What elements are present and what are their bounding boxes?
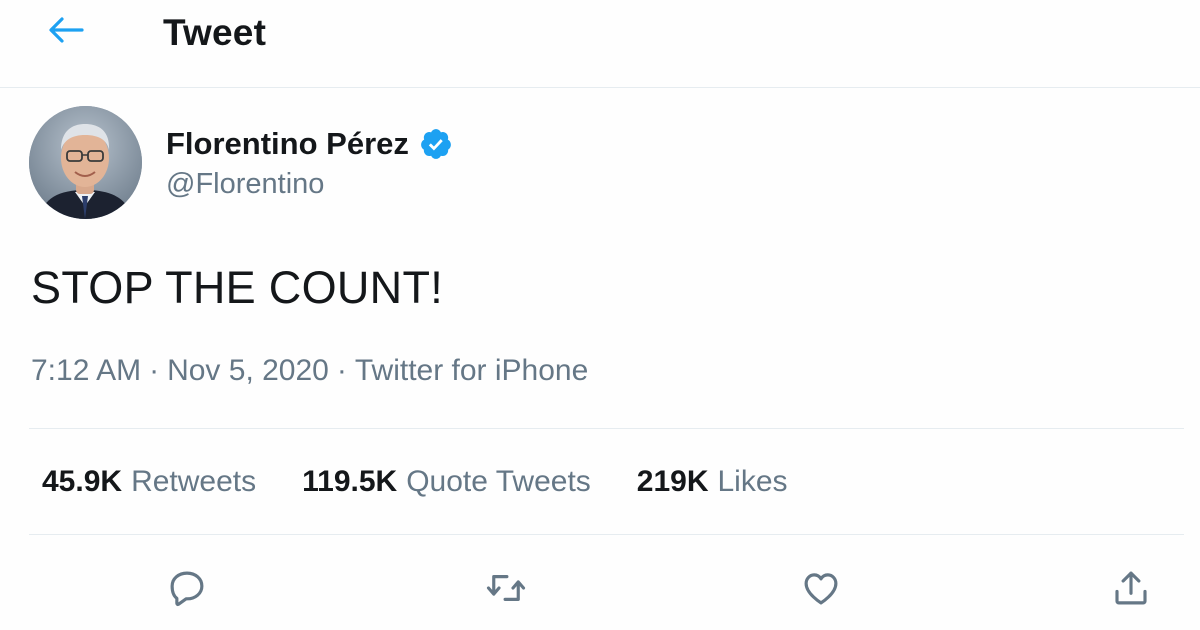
avatar-photo: [29, 106, 142, 219]
tweet-text: STOP THE COUNT!: [31, 262, 444, 313]
reply-button[interactable]: [159, 560, 215, 616]
share-icon: [1115, 571, 1147, 605]
retweet-button[interactable]: [478, 560, 534, 616]
arrow-left-icon: [49, 17, 84, 43]
engagement-stats: 45.9K Retweets 119.5K Quote Tweets 219K …: [42, 462, 834, 502]
meta-separator: ·: [149, 354, 160, 387]
like-icon: [804, 573, 838, 605]
divider: [29, 428, 1184, 429]
divider: [29, 534, 1184, 535]
avatar[interactable]: [29, 106, 142, 219]
author-display-name[interactable]: Florentino Pérez: [166, 126, 409, 162]
verified-badge-icon: [420, 129, 451, 159]
tweet-source[interactable]: Twitter for iPhone: [355, 354, 588, 387]
likes-label: Likes: [717, 465, 788, 498]
page-title: Tweet: [163, 12, 267, 53]
quote-tweets-label: Quote Tweets: [406, 465, 591, 498]
tweet-time[interactable]: 7:12 AM: [31, 354, 141, 387]
like-button[interactable]: [793, 560, 849, 616]
share-button[interactable]: [1103, 560, 1159, 616]
tweet-page: Tweet Florentino Pérez @Florentino STOP …: [0, 0, 1200, 630]
back-button[interactable]: [44, 12, 88, 48]
retweet-icon: [486, 575, 526, 601]
retweets-count: 45.9K: [42, 465, 123, 498]
tweet-meta: 7:12 AM · Nov 5, 2020 · Twitter for iPhone: [31, 354, 588, 388]
tweet-date[interactable]: Nov 5, 2020: [167, 354, 329, 387]
likes-stat[interactable]: 219K Likes: [637, 465, 788, 499]
author-name-row[interactable]: Florentino Pérez: [166, 124, 453, 164]
retweets-stat[interactable]: 45.9K Retweets: [42, 465, 256, 499]
meta-separator: ·: [336, 354, 347, 387]
quote-tweets-stat[interactable]: 119.5K Quote Tweets: [302, 465, 591, 499]
likes-count: 219K: [636, 465, 709, 498]
author-handle[interactable]: @Florentino: [166, 168, 324, 201]
quote-tweets-count: 119.5K: [302, 465, 398, 498]
page-header: Tweet: [0, 0, 1200, 88]
reply-icon: [170, 571, 204, 607]
retweets-label: Retweets: [131, 465, 257, 498]
